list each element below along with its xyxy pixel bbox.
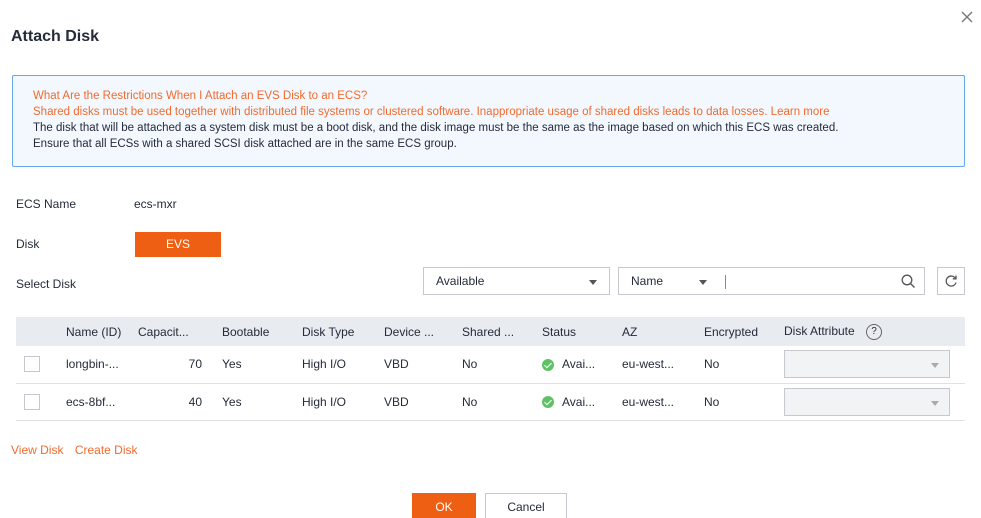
chevron-down-icon [931,363,939,369]
search-field-select[interactable]: Name [618,267,726,295]
chevron-down-icon [931,400,939,406]
select-column-header [16,317,58,346]
column-header-disk-attribute: Disk Attribute ? [776,317,965,346]
column-header-encrypted[interactable]: Encrypted [696,317,776,346]
disk-capacity: 70 [130,346,214,384]
table-row[interactable]: longbin-... 70 Yes High I/O VBD No Avai.… [16,346,965,384]
disk-table: Name (ID) Capacit... Bootable Disk Type … [16,317,965,421]
search-icon[interactable] [901,274,916,289]
disk-status: Avai... [534,383,614,421]
disk-attribute-cell [776,346,965,384]
text-cursor [725,275,726,289]
refresh-button[interactable] [937,267,965,295]
select-disk-label: Select Disk [16,277,77,291]
disk-type: High I/O [294,346,376,384]
available-status-icon [542,396,554,409]
table-row[interactable]: ecs-8bf... 40 Yes High I/O VBD No Avai..… [16,383,965,421]
learn-more-link[interactable]: Learn more [771,106,830,118]
shared-warning-text: Shared disks must be used together with … [33,106,768,118]
help-icon[interactable]: ? [866,323,883,340]
close-icon[interactable] [960,10,974,24]
ok-button[interactable]: OK [412,493,476,518]
disk-az: eu-west... [614,346,696,384]
disk-status: Avai... [534,346,614,384]
disk-shared: No [454,346,534,384]
create-disk-link[interactable]: Create Disk [75,443,138,457]
search-input[interactable] [725,267,925,295]
disk-shared: No [454,383,534,421]
disk-status-text: Avai... [562,357,596,372]
column-header-az[interactable]: AZ [614,317,696,346]
notice-shared-warning: Shared disks must be used together with … [33,104,964,120]
disk-az: eu-west... [614,383,696,421]
chevron-down-icon [589,280,597,285]
disk-bootable: Yes [214,383,294,421]
available-status-icon [542,359,554,372]
disk-name: ecs-8bf... [58,383,130,421]
column-header-shared[interactable]: Shared ... [454,317,534,346]
disk-attribute-select[interactable] [784,350,950,379]
ecs-name-label: ECS Name [16,197,77,211]
column-header-capacity[interactable]: Capacit... [130,317,214,346]
column-header-device[interactable]: Device ... [376,317,454,346]
disk-capacity: 40 [130,383,214,421]
cancel-button[interactable]: Cancel [485,493,567,518]
disk-name: longbin-... [58,346,130,384]
disk-attribute-select[interactable] [784,387,950,416]
disk-device: VBD [376,383,454,421]
chevron-down-icon [699,280,707,285]
restrictions-notice: What Are the Restrictions When I Attach … [12,75,965,167]
column-header-bootable[interactable]: Bootable [214,317,294,346]
disk-encrypted: No [696,346,776,384]
column-header-status[interactable]: Status [534,317,614,346]
row-checkbox[interactable] [24,393,40,410]
dialog-title: Attach Disk [11,28,100,45]
search-field-value: Name [631,274,664,288]
notice-ecs-group-text: Ensure that all ECSs with a shared SCSI … [33,138,457,150]
disk-bootable: Yes [214,346,294,384]
disk-attribute-header-label: Disk Attribute [784,323,855,338]
disk-label: Disk [16,237,40,251]
disk-encrypted: No [696,383,776,421]
notice-heading: What Are the Restrictions When I Attach … [33,90,368,102]
column-header-disk-type[interactable]: Disk Type [294,317,376,346]
notice-boot-disk-text: The disk that will be attached as a syst… [33,122,839,134]
view-disk-link[interactable]: View Disk [11,443,63,457]
row-checkbox[interactable] [24,356,40,373]
status-filter-value: Available [436,274,485,288]
table-header-row: Name (ID) Capacit... Bootable Disk Type … [16,317,965,346]
refresh-icon [945,275,957,287]
ecs-name-value: ecs-mxr [134,197,177,211]
column-header-name[interactable]: Name (ID) [58,317,130,346]
evs-button[interactable]: EVS [135,232,221,257]
status-filter-select[interactable]: Available [423,267,610,295]
disk-status-text: Avai... [562,394,596,409]
disk-links: View Disk Create Disk [11,443,146,457]
disk-attribute-cell [776,383,965,421]
disk-type: High I/O [294,383,376,421]
disk-device: VBD [376,346,454,384]
